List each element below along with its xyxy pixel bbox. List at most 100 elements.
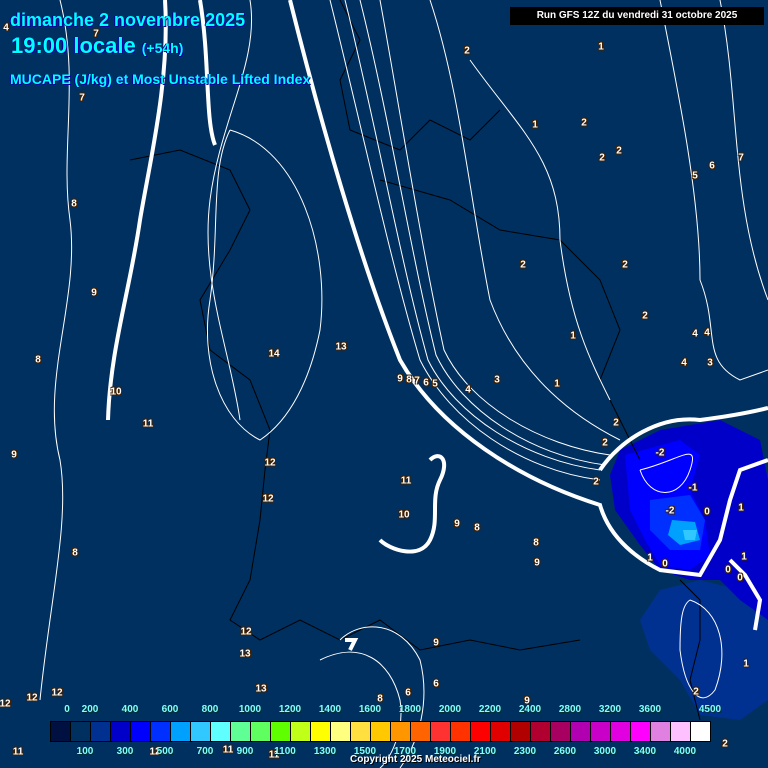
colorbar-swatch	[611, 722, 631, 741]
colorbar-swatch	[51, 722, 71, 741]
contour-label: 6	[405, 687, 411, 699]
contour-label: 8	[72, 547, 78, 559]
contour-label: 2	[520, 259, 526, 271]
run-info: Run GFS 12Z du vendredi 31 octobre 2025	[510, 7, 764, 25]
contour-label: 2	[722, 738, 728, 750]
map-canvas	[39, 0, 768, 768]
forecast-date: dimanche 2 novembre 2025	[10, 10, 246, 30]
contour-label: 8	[35, 354, 41, 366]
contour-label: -2	[665, 505, 675, 517]
contour-label: 14	[268, 348, 280, 360]
colorbar-swatch	[691, 722, 710, 741]
local-time: 19:00 locale	[11, 33, 136, 58]
colorbar-label: 2400	[518, 704, 542, 715]
contour-label: 2	[693, 686, 699, 698]
contour-label: -2	[655, 447, 665, 459]
contour-label: 2	[593, 476, 599, 488]
colorbar-label: 200	[81, 704, 99, 715]
contour-label: 2	[642, 310, 648, 322]
colorbar-label: 4500	[698, 704, 722, 715]
colorbar-swatch	[91, 722, 111, 741]
contour-label: 7	[79, 92, 85, 104]
contour-label: 12	[240, 626, 252, 638]
colorbar-swatch	[651, 722, 671, 741]
colorbar-label: 1200	[278, 704, 302, 715]
contour-label: 1	[598, 41, 604, 53]
colorbar-label: 800	[201, 704, 219, 715]
colorbar-swatch	[271, 722, 291, 741]
contour-label: 1	[743, 658, 749, 670]
colorbar-label: 300	[116, 746, 134, 757]
contour-label: 2	[613, 417, 619, 429]
colorbar-swatch	[671, 722, 691, 741]
contour-label: 12	[0, 698, 11, 710]
colorbar-swatch	[311, 722, 331, 741]
contour-label: 13	[239, 648, 251, 660]
contour-label: 0	[737, 572, 743, 584]
contour-label: 9	[11, 449, 17, 461]
colorbar-label: 1300	[313, 746, 337, 757]
contour-label: 0	[725, 564, 731, 576]
contour-label: 4	[692, 328, 698, 340]
colorbar-label: 3600	[638, 704, 662, 715]
contour-label: 6	[709, 160, 715, 172]
contour-label: 12	[264, 457, 276, 469]
contour-label: 13	[255, 683, 267, 695]
colorbar-label: 1000	[238, 704, 262, 715]
contour-label: 9	[397, 373, 403, 385]
instability-shading	[610, 420, 768, 720]
colorbar-swatch	[471, 722, 491, 741]
colorbar-label: 2800	[558, 704, 582, 715]
colorbar-label: 0	[64, 704, 70, 715]
colorbar-swatch	[111, 722, 131, 741]
colorbar-label: 1400	[318, 704, 342, 715]
colorbar-label: 2600	[553, 746, 577, 757]
colorbar-label: 600	[161, 704, 179, 715]
contour-label: 8	[533, 537, 539, 549]
colorbar-swatch	[411, 722, 431, 741]
contour-label: 2	[581, 117, 587, 129]
contour-label: 5	[432, 378, 438, 390]
colorbar-swatch	[431, 722, 451, 741]
colorbar-swatch	[331, 722, 351, 741]
contour-label: 6	[433, 678, 439, 690]
coastlines	[129, 0, 701, 721]
contour-label: 8	[406, 374, 412, 386]
contour-label: 12	[262, 493, 274, 505]
colorbar-label: 700	[196, 746, 214, 757]
colorbar-swatch	[171, 722, 191, 741]
contour-label: 11	[222, 744, 234, 756]
colorbar-swatch	[591, 722, 611, 741]
colorbar-label: 100	[76, 746, 94, 757]
colorbar-swatch	[191, 722, 211, 741]
colorbar-label: 2000	[438, 704, 462, 715]
colorbar-swatch	[631, 722, 651, 741]
colorbar-swatch	[231, 722, 251, 741]
contour-label: 12	[51, 687, 63, 699]
contour-label: 2	[602, 437, 608, 449]
colorbar-label: 1100	[274, 746, 296, 757]
colorbar-swatch	[211, 722, 231, 741]
contour-label: 2	[464, 45, 470, 57]
colorbar-label: 1800	[398, 704, 422, 715]
contour-label: 11	[12, 746, 24, 758]
colorbar-label: 3000	[593, 746, 617, 757]
contour-label: 10	[110, 386, 122, 398]
contour-label: 7	[738, 152, 744, 164]
contour-label: 9	[534, 557, 540, 569]
contour-label: 8	[377, 693, 383, 705]
colorbar-label: 900	[236, 746, 254, 757]
weather-map: Run GFS 12Z du vendredi 31 octobre 2025 …	[0, 0, 768, 768]
colorbar-swatch	[291, 722, 311, 741]
lead-time: (+54h)	[141, 40, 184, 56]
colorbar-swatch	[531, 722, 551, 741]
colorbar-swatch	[451, 722, 471, 741]
contour-label: 0	[662, 558, 668, 570]
colorbar-swatch	[351, 722, 371, 741]
contour-label: 9	[91, 287, 97, 299]
contour-label: 4	[704, 327, 710, 339]
contour-label: 4	[3, 22, 9, 34]
contour-label: 2	[599, 152, 605, 164]
contour-label: 11	[400, 475, 412, 487]
contour-label: 12	[26, 692, 38, 704]
